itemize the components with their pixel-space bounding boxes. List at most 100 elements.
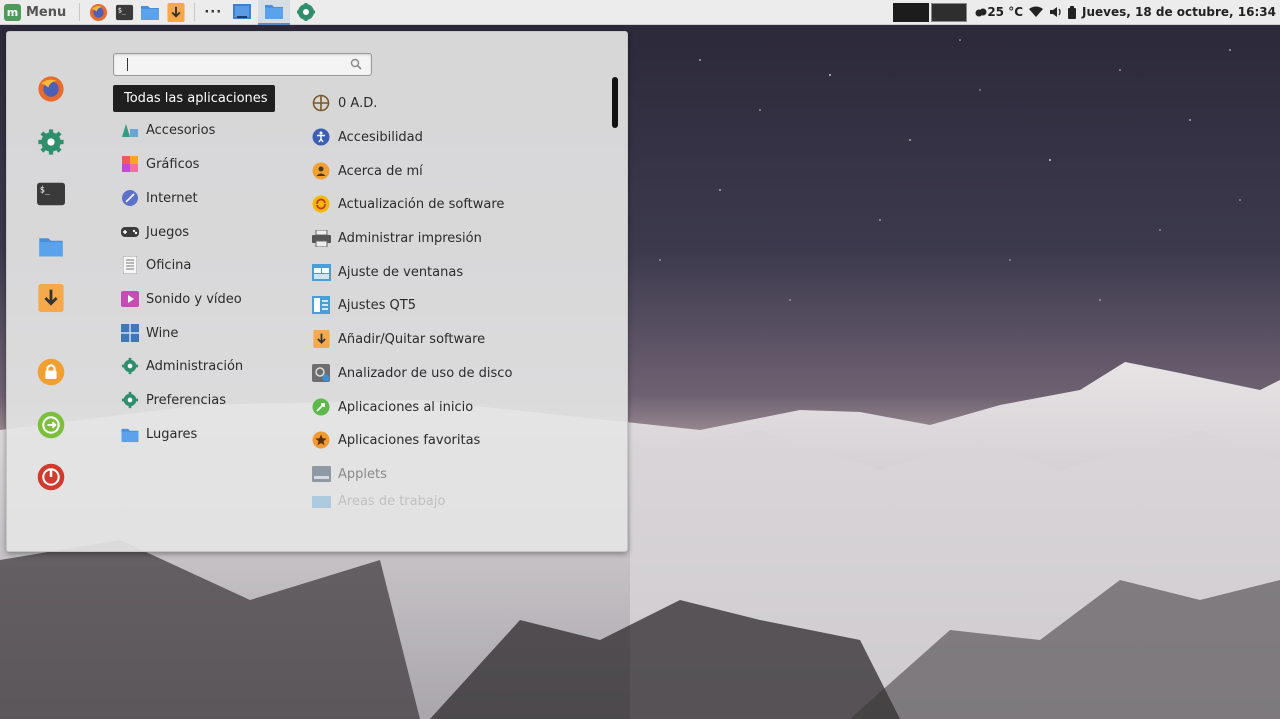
window-button-settings[interactable] [290,0,322,25]
software-update-icon [311,194,331,214]
terminal-icon: $_ [37,182,65,206]
app-workspaces[interactable]: Áreas de trabajo [311,494,445,508]
app-disk-usage-analyzer[interactable]: Analizador de uso de disco [311,359,512,387]
volume-icon [1050,7,1061,17]
app-qt5-settings[interactable]: Ajustes QT5 [311,291,416,319]
panel-separator [194,3,196,21]
menu-label: Menu [26,4,67,20]
menu-button[interactable]: m Menu [0,0,74,25]
lock-screen-button[interactable] [36,357,66,387]
app-label: Actualización de software [338,196,505,212]
files-icon [39,238,63,257]
category-internet[interactable]: Internet [113,184,198,212]
weather-temperature: 25 °C [987,5,1023,19]
files-launcher[interactable] [139,1,161,23]
wifi-icon [1029,6,1043,17]
category-label: Juegos [146,224,190,240]
favorite-settings[interactable] [36,127,66,157]
svg-text:$_: $_ [118,6,126,14]
disk-usage-icon [311,363,331,383]
terminal-launcher[interactable]: $_ [113,1,135,23]
category-label: Administración [146,358,244,374]
search-input[interactable] [114,54,334,75]
wine-icon [120,323,140,343]
app-window-tiling[interactable]: Ajuste de ventanas [311,258,463,286]
accessibility-icon [311,127,331,147]
workspaces-icon [311,494,331,508]
favorite-firefox[interactable] [36,74,66,104]
window-button-desktop[interactable] [226,0,258,25]
app-about-me[interactable]: Acerca de mí [311,157,423,185]
firefox-launcher[interactable] [87,1,109,23]
search-icon [350,58,362,70]
office-icon [120,255,140,275]
startup-apps-icon [311,397,331,417]
panel-tray: 25 °C Jueves, 18 de octubre, 16:34 [893,0,1280,25]
sound-applet[interactable] [1049,6,1062,18]
applets-icon [311,464,331,484]
logout-button[interactable] [36,410,66,440]
category-wine[interactable]: Wine [113,319,178,347]
favorite-download[interactable] [36,283,66,313]
category-administration[interactable]: Administración [113,352,243,380]
more-icon[interactable]: ··· [200,5,226,20]
weather-applet[interactable]: 25 °C [975,5,1023,19]
app-accessibility[interactable]: Accesibilidad [311,123,423,151]
app-add-remove-software[interactable]: Añadir/Quitar software [311,325,485,353]
graphics-icon [120,154,140,174]
panel-separator [79,3,81,21]
window-button-files[interactable] [258,0,291,25]
category-sound-video[interactable]: Sonido y vídeo [113,285,242,313]
category-label: Accesorios [146,122,216,138]
category-graphics[interactable]: Gráficos [113,150,199,178]
app-software-update[interactable]: Actualización de software [311,190,504,218]
app-startup-applications[interactable]: Aplicaciones al inicio [311,393,473,421]
firefox-icon [89,3,107,21]
category-label: Sonido y vídeo [146,291,242,307]
apps-scrollbar[interactable] [612,77,618,128]
category-all-applications[interactable]: Todas las aplicaciones [113,85,275,112]
category-games[interactable]: Juegos [113,218,189,246]
power-icon [37,463,65,491]
favorite-files[interactable] [36,231,66,261]
shutdown-button[interactable] [36,462,66,492]
top-panel: m Menu $_ ··· 25 °C Jueves, 18 de octubr… [0,0,1280,25]
workspace-switcher-1[interactable] [893,2,930,22]
app-applets[interactable]: Applets [311,460,387,488]
battery-icon [1068,5,1076,19]
app-label: Áreas de trabajo [338,494,446,508]
menu-logo-icon: m [4,3,21,21]
search-box[interactable] [113,53,372,76]
files-icon [141,6,160,20]
app-label: Ajuste de ventanas [338,264,464,280]
category-accessories[interactable]: Accesorios [113,116,215,144]
category-label: Wine [146,325,179,341]
category-label: Internet [146,190,198,206]
app-favorite-applications[interactable]: Aplicaciones favoritas [311,426,480,454]
category-label: Oficina [146,257,192,273]
network-applet[interactable] [1029,6,1043,18]
app-print-settings[interactable]: Administrar impresión [311,224,482,252]
app-label: 0 A.D. [338,95,378,111]
category-label: Gráficos [146,156,200,172]
about-me-icon [311,161,331,181]
app-label: Administrar impresión [338,230,482,246]
app-label: Accesibilidad [338,129,423,145]
app-label: Analizador de uso de disco [338,365,513,381]
battery-applet[interactable] [1068,5,1076,19]
preferences-icon [120,390,140,410]
category-places[interactable]: Lugares [113,420,197,448]
download-launcher[interactable] [165,1,187,23]
category-office[interactable]: Oficina [113,251,191,279]
firefox-icon [38,76,64,102]
settings-icon [297,3,316,21]
app-0ad[interactable]: 0 A.D. [311,89,377,117]
accessories-icon [120,120,140,140]
terminal-icon: $_ [115,4,133,20]
category-preferences[interactable]: Preferencias [113,386,226,414]
clock[interactable]: Jueves, 18 de octubre, 16:34 [1082,5,1276,19]
games-icon [120,222,140,242]
favorite-terminal[interactable]: $_ [36,179,66,209]
svg-text:$_: $_ [40,185,51,195]
workspace-switcher-2[interactable] [931,2,968,22]
